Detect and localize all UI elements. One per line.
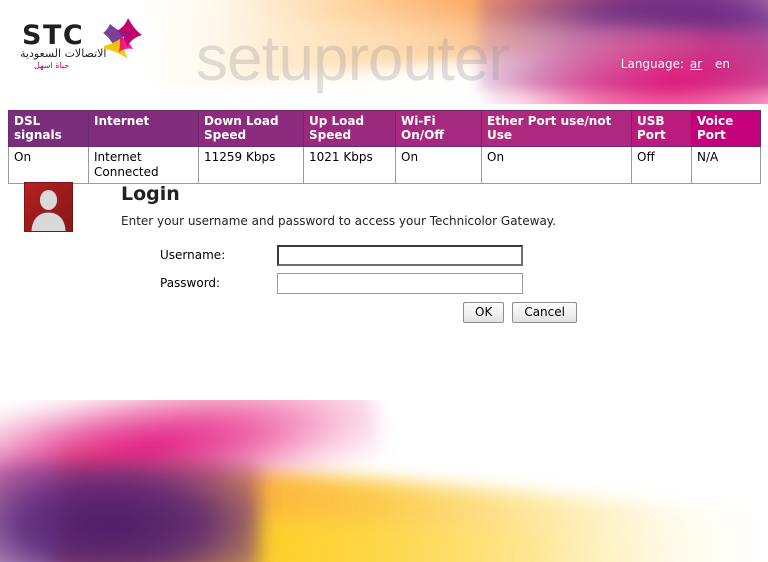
password-label: Password: xyxy=(160,276,221,290)
language-label: Language: xyxy=(620,57,685,71)
status-value-dsl-signals: On xyxy=(8,146,89,185)
language-link-en[interactable]: en xyxy=(715,57,730,71)
status-header-dsl-signals: DSL signals xyxy=(8,109,89,148)
form-actions: OK Cancel xyxy=(463,302,577,323)
language-switcher: Language: ar en xyxy=(621,57,730,71)
page-title: Login xyxy=(121,183,180,205)
language-link-ar[interactable]: ar xyxy=(690,57,702,71)
stc-swoosh-mark-icon xyxy=(98,16,146,66)
cancel-button[interactable]: Cancel xyxy=(512,302,577,323)
status-value-ether-port: On xyxy=(481,146,632,185)
stc-logo-arabic-name: الاتصالات السعودية xyxy=(20,47,107,60)
status-value-download-speed: 11259 Kbps xyxy=(198,146,304,185)
status-table-row: On Internet Connected 11259 Kbps 1021 Kb… xyxy=(8,146,761,185)
password-input[interactable] xyxy=(277,273,523,294)
status-value-wifi: On xyxy=(395,146,482,185)
stc-logo-arabic-tagline: حياة اسهل xyxy=(34,61,70,70)
status-table-header-row: DSL signals Internet Down Load Speed Up … xyxy=(8,109,761,148)
username-label: Username: xyxy=(160,248,226,262)
footer-purple-blob xyxy=(0,462,260,562)
footer-decoration xyxy=(0,400,768,562)
status-header-voice-port: Voice Port xyxy=(691,109,761,148)
status-header-ether-port: Ether Port use/not Use xyxy=(481,109,632,148)
status-value-voice-port: N/A xyxy=(691,146,761,185)
stc-logo: STC الاتصالات السعودية حياة اسهل xyxy=(14,14,194,76)
status-value-internet: Internet Connected xyxy=(88,146,199,185)
login-description: Enter your username and password to acce… xyxy=(121,214,557,228)
status-value-usb-port: Off xyxy=(631,146,692,185)
status-header-wifi: Wi-Fi On/Off xyxy=(395,109,482,148)
page-banner: setuprouter STC الاتصالات السعودية حياة … xyxy=(0,0,768,104)
status-header-download-speed: Down Load Speed xyxy=(198,109,304,148)
username-input[interactable] xyxy=(277,245,523,266)
status-header-usb-port: USB Port xyxy=(631,109,692,148)
status-header-upload-speed: Up Load Speed xyxy=(303,109,396,148)
gateway-status-table: DSL signals Internet Down Load Speed Up … xyxy=(8,109,761,185)
status-header-internet: Internet xyxy=(88,109,199,148)
ok-button[interactable]: OK xyxy=(463,302,505,323)
status-value-upload-speed: 1021 Kbps xyxy=(303,146,396,185)
user-avatar-icon xyxy=(24,182,73,232)
